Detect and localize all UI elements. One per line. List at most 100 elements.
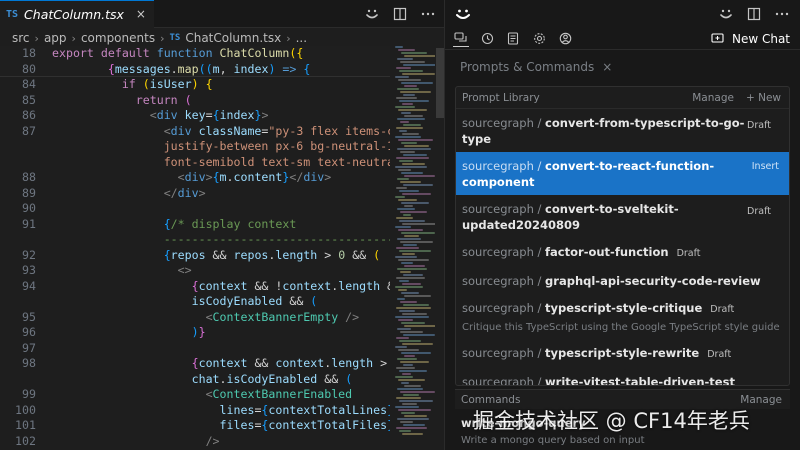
prompt-item-title: sourcegraph / graphql-api-security-code-… <box>462 273 783 289</box>
code-line[interactable]: 89 </div> <box>0 186 390 202</box>
code-line[interactable]: 85 return ( <box>0 93 390 109</box>
code-line[interactable]: --------------------------------- */} <box>0 232 390 248</box>
minimap-line <box>395 136 421 138</box>
insert-button[interactable]: Insert <box>752 159 779 175</box>
more-actions-icon[interactable] <box>774 6 790 22</box>
code-line[interactable]: 80 {messages.map((m, index) => { <box>0 61 390 77</box>
code-line[interactable]: 18 export default function ChatColumn({ <box>0 46 390 62</box>
code-text: <div>{m.content}</div> <box>177 170 332 184</box>
line-number: 86 <box>22 108 36 122</box>
code-line[interactable]: font-semibold text-sm text-neutral-800"> <box>0 155 390 171</box>
tab-prompts[interactable] <box>505 31 521 47</box>
minimap-line <box>398 49 415 51</box>
code-line[interactable]: 96 )} <box>0 325 390 341</box>
minimap-line <box>398 229 423 231</box>
code-line[interactable]: 102 /> <box>0 434 390 450</box>
minimap-line <box>404 415 427 417</box>
prompt-item-title: sourcegraph / convert-from-typescript-to… <box>462 115 783 131</box>
prompts-commands-title: Prompts & Commands <box>460 60 595 74</box>
code-line[interactable]: 92 {repos && repos.length > 0 && ( <box>0 248 390 264</box>
prompt-item[interactable]: sourcegraph / factor-out-function Draft <box>456 238 789 267</box>
minimap-line <box>402 403 417 405</box>
more-actions-icon[interactable] <box>420 6 436 22</box>
minimap-line <box>398 409 431 411</box>
code-line[interactable]: 95 <ContextBannerEmpty /> <box>0 310 390 326</box>
minimap-line <box>398 349 419 351</box>
prompt-item[interactable]: sourcegraph / convert-to-sveltekit-updat… <box>456 195 789 238</box>
scrollbar-thumb[interactable] <box>436 48 444 118</box>
prompt-name: write-vitest-table-driven-test <box>545 375 735 386</box>
split-editor-icon[interactable] <box>746 6 762 22</box>
line-number: 80 <box>22 61 36 76</box>
breadcrumb-app[interactable]: app <box>44 31 67 45</box>
line-number: 18 <box>22 46 36 60</box>
breadcrumb-components[interactable]: components <box>81 31 155 45</box>
split-editor-icon[interactable] <box>392 6 408 22</box>
tab-history[interactable] <box>479 31 495 47</box>
tab-chatcolumn[interactable]: TS ChatColumn.tsx × <box>0 0 154 28</box>
code-text: export default function ChatColumn({ <box>52 46 304 60</box>
chat-panel-actions <box>718 6 800 22</box>
minimap-line <box>404 385 421 387</box>
new-chat-button[interactable]: New Chat <box>710 31 790 47</box>
minimap-line <box>395 196 405 198</box>
breadcrumb-symbol[interactable]: ... <box>296 31 307 45</box>
close-tab-icon[interactable]: × <box>136 7 146 21</box>
code-area[interactable]: 18 export default function ChatColumn({80… <box>0 46 390 450</box>
minimap-line <box>401 172 423 174</box>
cody-icon[interactable] <box>718 6 734 22</box>
cody-icon[interactable] <box>364 6 380 22</box>
prompt-item[interactable]: sourcegraph / convert-from-typescript-to… <box>456 109 789 152</box>
code-line[interactable]: justify-between px-6 bg-neutral-100 <box>0 139 390 155</box>
prompt-item[interactable]: sourcegraph / typescript-style-rewrite Dr… <box>456 339 789 368</box>
draft-badge: Draft <box>710 304 735 315</box>
minimap-line <box>403 214 411 216</box>
prompt-namespace: sourcegraph / <box>462 301 546 315</box>
minimap-line <box>402 433 423 435</box>
manage-prompts-button[interactable]: Manage <box>692 92 734 104</box>
minimap-line <box>398 79 421 81</box>
prompt-item[interactable]: sourcegraph / typescript-style-critique D… <box>456 294 789 339</box>
code-line[interactable]: 94 {context && !context.length && chat. <box>0 279 390 295</box>
prompt-item[interactable]: sourcegraph / graphql-api-security-code-… <box>456 267 789 294</box>
manage-commands-button[interactable]: Manage <box>740 394 782 406</box>
minimap-line <box>395 166 427 168</box>
minimap-line <box>399 280 409 282</box>
minimap-line <box>398 319 413 321</box>
code-line[interactable]: 86 <div key={index}> <box>0 108 390 124</box>
minimap-line <box>401 142 417 144</box>
code-line[interactable]: 84 if (isUser) { <box>0 77 390 93</box>
code-line[interactable]: isCodyEnabled && ( <box>0 294 390 310</box>
code-line[interactable]: 98 {context && context.length > 0 && <box>0 356 390 372</box>
minimap[interactable] <box>395 46 439 450</box>
new-prompt-button[interactable]: + New <box>746 92 781 104</box>
clear-icon[interactable]: × <box>602 60 612 74</box>
code-line[interactable]: 99 <ContextBannerEnabled <box>0 387 390 403</box>
minimap-line <box>395 46 403 48</box>
code-line[interactable]: 88 <div>{m.content}</div> <box>0 170 390 186</box>
code-line[interactable]: 101 files={contextTotalFiles} <box>0 418 390 434</box>
code-line[interactable]: 93 <> <box>0 263 390 279</box>
prompt-item-title: sourcegraph / write-vitest-table-driven-… <box>462 374 783 386</box>
code-line[interactable]: 90 <box>0 201 390 217</box>
minimap-line <box>395 376 413 378</box>
draft-badge: Draft <box>707 349 732 360</box>
line-number: 95 <box>22 309 36 324</box>
tab-chat[interactable] <box>453 31 469 47</box>
minimap-line <box>399 310 415 312</box>
code-text: <div className="py-3 flex items-center <box>163 123 390 138</box>
code-line[interactable]: 87 <div className="py-3 flex items-cente… <box>0 124 390 140</box>
tab-settings[interactable] <box>531 31 547 47</box>
prompt-item[interactable]: sourcegraph / convert-to-react-function-… <box>456 152 789 195</box>
breadcrumb-src[interactable]: src <box>12 31 30 45</box>
minimap-line <box>402 193 431 195</box>
prompt-item[interactable]: sourcegraph / write-vitest-table-driven-… <box>456 368 789 386</box>
code-line[interactable]: 97 <box>0 341 390 357</box>
prompts-commands-header: Prompts & Commands × <box>460 60 612 74</box>
code-line[interactable]: chat.isCodyEnabled && ( <box>0 372 390 388</box>
tab-account[interactable] <box>557 31 573 47</box>
prompt-item-title: sourcegraph / convert-to-react-function-… <box>462 158 783 190</box>
breadcrumb-file[interactable]: ChatColumn.tsx <box>185 31 281 45</box>
code-line[interactable]: 91 {/* display context <box>0 217 390 233</box>
code-line[interactable]: 100 lines={contextTotalLines} <box>0 403 390 419</box>
